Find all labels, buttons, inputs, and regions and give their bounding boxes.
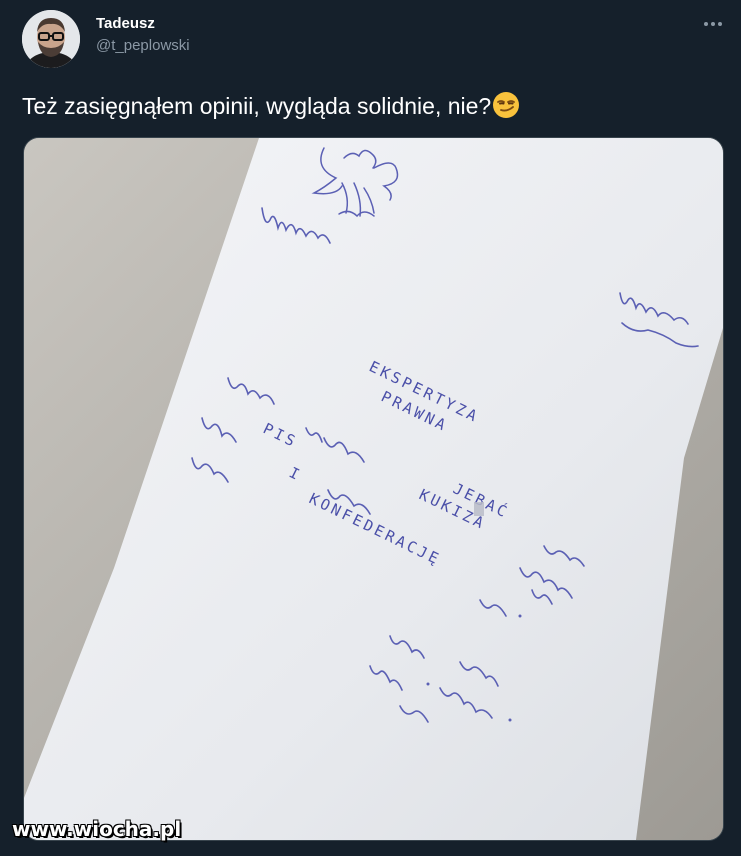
- censor-blur: [474, 502, 484, 516]
- tweet-text: Też zasięgnąłem opinii, wygląda solidnie…: [22, 93, 492, 119]
- more-button[interactable]: [699, 10, 727, 38]
- site-watermark: www.wiocha.pl: [12, 817, 182, 841]
- user-handle[interactable]: @t_peplowski: [96, 36, 190, 56]
- tweet-text-container: Też zasięgnąłem opinii, wygląda solidnie…: [22, 91, 520, 121]
- tweet-photo[interactable]: EKSPERTYZA PRAWNA JEBAĆ PIS KUKIZA I KON…: [23, 137, 724, 841]
- display-name[interactable]: Tadeusz: [96, 14, 190, 34]
- avatar[interactable]: [22, 10, 80, 68]
- handwritten-document-photo: EKSPERTYZA PRAWNA JEBAĆ PIS KUKIZA I KON…: [24, 138, 723, 840]
- tweet: Tadeusz @t_peplowski Też zasięgnąłem opi…: [0, 0, 741, 856]
- author-info: Tadeusz @t_peplowski: [96, 14, 190, 56]
- smirking-face-emoji: [493, 92, 520, 118]
- more-dots-icon: [704, 22, 722, 26]
- avatar-photo: [22, 10, 80, 68]
